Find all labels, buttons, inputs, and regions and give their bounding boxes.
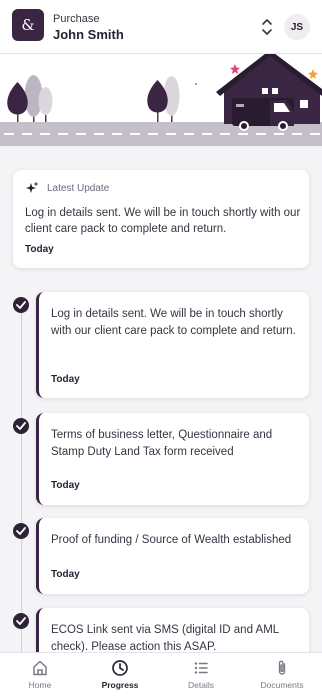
avatar[interactable]: JS [284, 14, 310, 40]
latest-update-card: Latest Update Log in details sent. We wi… [13, 170, 309, 268]
latest-update-label: Latest Update [47, 183, 110, 194]
timeline-item-text: Log in details sent. We will be in touch… [51, 308, 296, 337]
matter-type: Purchase [53, 13, 100, 25]
timeline-item-date: Today [51, 569, 80, 580]
timeline-item[interactable]: Log in details sent. We will be in touch… [36, 292, 309, 398]
app-header: & Purchase John Smith JS [0, 0, 322, 54]
timeline-item[interactable]: Proof of funding / Source of Wealth esta… [36, 518, 309, 594]
sparkle-icon [26, 181, 39, 193]
details-icon [194, 662, 208, 674]
timeline-item[interactable]: Terms of business letter, Questionnaire … [36, 413, 309, 505]
home-icon [33, 660, 47, 676]
timeline-item-text: Terms of business letter, Questionnaire … [51, 429, 273, 458]
nav-details-label: Details [188, 680, 214, 690]
documents-icon [278, 660, 286, 675]
progress-illustration [0, 54, 322, 146]
switch-matter-icon[interactable] [258, 16, 276, 38]
nav-home-label: Home [28, 680, 52, 690]
latest-update-text: Log in details sent. We will be in touch… [25, 207, 301, 235]
nav-progress-label: Progress [101, 680, 139, 690]
nav-home[interactable]: Home [0, 653, 80, 696]
nav-progress[interactable]: Progress [80, 653, 160, 696]
check-icon [13, 297, 29, 313]
check-icon [13, 613, 29, 629]
brand-logo[interactable]: & [12, 9, 44, 41]
nav-details[interactable]: Details [161, 653, 241, 696]
check-icon [13, 418, 29, 434]
timeline-item-text: Proof of funding / Source of Wealth esta… [51, 534, 292, 546]
timeline-item-text: ECOS Link sent via SMS (digital ID and A… [51, 624, 279, 653]
latest-update-date: Today [25, 244, 54, 255]
timeline-item-date: Today [51, 374, 80, 385]
client-name: John Smith [53, 27, 124, 42]
nav-documents[interactable]: Documents [242, 653, 322, 696]
check-icon [13, 523, 29, 539]
bottom-nav: Home Progress Details Documents [0, 652, 322, 696]
timeline-line [21, 300, 22, 660]
street-scene-illustration [0, 54, 322, 146]
timeline-item-date: Today [51, 480, 80, 491]
nav-documents-label: Documents [260, 680, 304, 690]
progress-icon [112, 660, 128, 676]
